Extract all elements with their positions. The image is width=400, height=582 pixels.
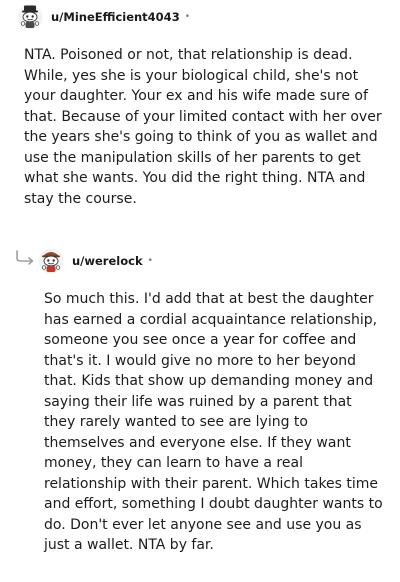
comment-header: u/werelock • <box>38 248 153 274</box>
comment-header: u/MineEfficient4043 • <box>17 4 190 30</box>
comment-author[interactable]: u/MineEfficient4043 <box>51 10 180 24</box>
comment-author[interactable]: u/werelock <box>72 254 143 268</box>
snoo-avatar-icon[interactable] <box>17 4 43 30</box>
comment-text: So much this. I'd add that at best the d… <box>44 291 383 553</box>
comment-text: NTA. Poisoned or not, that relationship … <box>24 47 382 207</box>
reply-arrow-icon <box>16 250 34 265</box>
separator-dot: • <box>147 255 153 266</box>
separator-dot: • <box>184 11 191 22</box>
snoo-avatar-icon[interactable] <box>38 248 64 274</box>
